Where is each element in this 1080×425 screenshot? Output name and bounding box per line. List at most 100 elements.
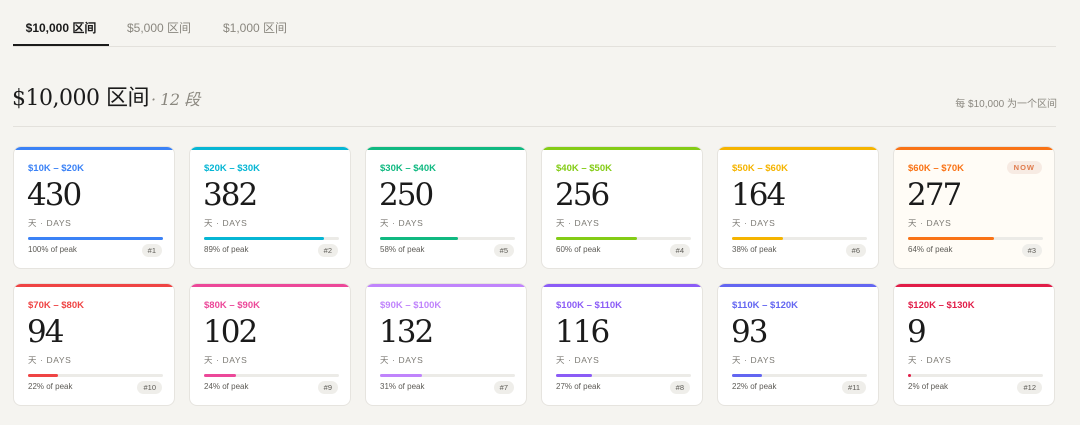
rank-badge: #5	[493, 244, 514, 257]
range-card[interactable]: $70K – $80K 94 天 · DAYS 22% of peak #10	[13, 283, 175, 406]
rank-badge: #3	[1021, 244, 1042, 257]
rank-badge: #7	[493, 381, 514, 394]
rank-badge: #8	[669, 381, 690, 394]
section-title: $10,000 区间 · 12 段	[12, 80, 200, 112]
progress-track	[380, 374, 515, 377]
card-days-value: 164	[731, 177, 786, 213]
range-card[interactable]: $90K – $100K 132 天 · DAYS 31% of peak #7	[365, 283, 527, 406]
card-days-unit: 天 · DAYS	[908, 355, 952, 365]
card-days-unit: 天 · DAYS	[908, 218, 952, 228]
card-days-value: 93	[731, 314, 768, 350]
card-range: $10K – $20K	[28, 163, 84, 174]
card-range: $50K – $60K	[732, 163, 788, 174]
card-range: $60K – $70K	[908, 163, 964, 174]
progress-fill	[28, 374, 58, 377]
range-tabs: $10,000 区间 $5,000 区间 $1,000 区间	[13, 0, 1056, 47]
card-range: $90K – $100K	[380, 300, 442, 311]
range-card[interactable]: $120K – $130K 9 天 · DAYS 2% of peak #12	[893, 283, 1055, 406]
section-subtitle: · 12 段	[150, 90, 200, 109]
progress-fill	[908, 237, 994, 240]
card-range: $70K – $80K	[28, 300, 84, 311]
progress-track	[380, 237, 515, 240]
range-card[interactable]: $40K – $50K 256 天 · DAYS 60% of peak #4	[541, 146, 703, 269]
now-badge: NOW	[1006, 161, 1042, 174]
card-accent-bar	[894, 147, 1054, 150]
card-days-unit: 天 · DAYS	[556, 355, 600, 365]
card-accent-bar	[190, 284, 350, 287]
progress-fill	[380, 237, 458, 240]
range-card[interactable]: $110K – $120K 93 天 · DAYS 22% of peak #11	[717, 283, 879, 406]
rank-badge: #4	[669, 244, 690, 257]
card-range: $120K – $130K	[908, 300, 975, 311]
range-card[interactable]: $20K – $30K 382 天 · DAYS 89% of peak #2	[189, 146, 351, 269]
rank-badge: #1	[141, 244, 162, 257]
range-card[interactable]: $30K – $40K 250 天 · DAYS 58% of peak #5	[365, 146, 527, 269]
card-days-value: 9	[907, 314, 927, 350]
card-range: $30K – $40K	[380, 163, 436, 174]
card-accent-bar	[542, 284, 702, 287]
card-accent-bar	[718, 147, 878, 150]
card-peak-percent: 100% of peak	[28, 245, 77, 254]
card-peak-percent: 24% of peak	[204, 382, 249, 391]
card-accent-bar	[14, 147, 174, 150]
card-peak-percent: 22% of peak	[28, 382, 73, 391]
range-card[interactable]: $50K – $60K 164 天 · DAYS 38% of peak #6	[717, 146, 879, 269]
rank-badge: #2	[317, 244, 338, 257]
tab-1000[interactable]: $1,000 区间	[213, 0, 297, 46]
card-days-unit: 天 · DAYS	[732, 355, 776, 365]
card-days-value: 256	[555, 177, 610, 213]
card-days-value: 277	[907, 177, 962, 213]
progress-track	[732, 374, 867, 377]
card-accent-bar	[366, 147, 526, 150]
card-range: $80K – $90K	[204, 300, 260, 311]
progress-fill	[28, 237, 163, 240]
rank-badge: #6	[845, 244, 866, 257]
card-days-unit: 天 · DAYS	[380, 355, 424, 365]
card-days-value: 102	[203, 314, 258, 350]
section-note: 每 $10,000 为一个区间	[955, 99, 1057, 110]
card-range: $100K – $110K	[556, 300, 623, 311]
tab-5000[interactable]: $5,000 区间	[117, 0, 201, 46]
card-peak-percent: 27% of peak	[556, 382, 601, 391]
card-peak-percent: 64% of peak	[908, 245, 953, 254]
progress-fill	[732, 237, 783, 240]
rank-badge: #9	[317, 381, 338, 394]
progress-fill	[556, 374, 592, 377]
card-days-unit: 天 · DAYS	[28, 355, 72, 365]
range-card[interactable]: $100K – $110K 116 天 · DAYS 27% of peak #8	[541, 283, 703, 406]
range-card[interactable]: $80K – $90K 102 天 · DAYS 24% of peak #9	[189, 283, 351, 406]
card-range: $110K – $120K	[732, 300, 799, 311]
card-accent-bar	[894, 284, 1054, 287]
card-days-value: 94	[27, 314, 64, 350]
progress-track	[732, 237, 867, 240]
range-card[interactable]: $60K – $70K NOW 277 天 · DAYS 64% of peak #3	[893, 146, 1055, 269]
range-card[interactable]: $10K – $20K 430 天 · DAYS 100% of peak #1	[13, 146, 175, 269]
card-range: $40K – $50K	[556, 163, 612, 174]
card-days-unit: 天 · DAYS	[556, 218, 600, 228]
progress-fill	[908, 374, 911, 377]
progress-track	[204, 237, 339, 240]
card-days-unit: 天 · DAYS	[28, 218, 72, 228]
card-accent-bar	[542, 147, 702, 150]
card-days-value: 250	[379, 177, 434, 213]
card-days-unit: 天 · DAYS	[380, 218, 424, 228]
card-days-value: 132	[379, 314, 434, 350]
card-accent-bar	[190, 147, 350, 150]
card-days-unit: 天 · DAYS	[732, 218, 776, 228]
progress-track	[556, 374, 691, 377]
rank-badge: #10	[137, 381, 162, 394]
card-accent-bar	[718, 284, 878, 287]
tab-10000[interactable]: $10,000 区间	[13, 0, 109, 46]
progress-fill	[204, 237, 324, 240]
progress-track	[28, 374, 163, 377]
card-days-unit: 天 · DAYS	[204, 355, 248, 365]
progress-fill	[204, 374, 236, 377]
rank-badge: #12	[1017, 381, 1042, 394]
progress-track	[556, 237, 691, 240]
card-peak-percent: 58% of peak	[380, 245, 425, 254]
progress-fill	[732, 374, 762, 377]
card-accent-bar	[366, 284, 526, 287]
card-range: $20K – $30K	[204, 163, 260, 174]
card-peak-percent: 22% of peak	[732, 382, 777, 391]
section-title-text: $10,000 区间	[12, 86, 149, 111]
